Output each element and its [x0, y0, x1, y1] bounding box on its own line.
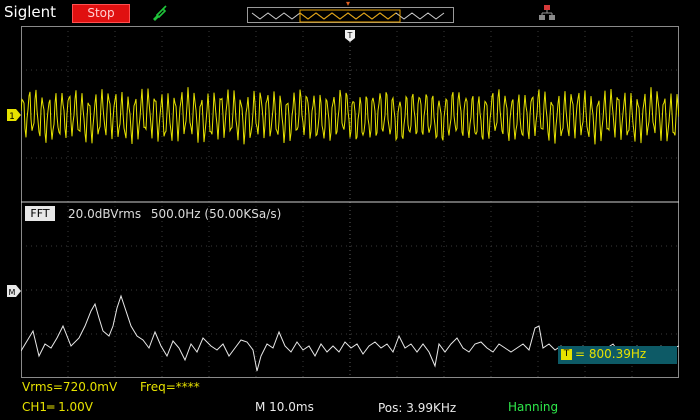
- network-icon: [539, 5, 555, 20]
- freq-measurement: Freq=****: [140, 380, 200, 394]
- cursor-readout: T = 800.39Hz: [558, 346, 677, 364]
- run-stop-indicator[interactable]: Stop: [72, 4, 130, 23]
- svg-text:T: T: [347, 31, 353, 40]
- math-level-marker[interactable]: M: [7, 285, 21, 297]
- ch1-scale[interactable]: CH1═ 1.00V: [22, 400, 93, 414]
- memory-waveform-preview: [251, 9, 445, 23]
- probe-icon: [153, 5, 167, 21]
- fft-settings: 20.0dBVrms 500.0Hz (50.00KSa/s): [68, 207, 281, 221]
- brand-logo: Siglent: [4, 3, 56, 21]
- waveform-display[interactable]: T: [21, 26, 679, 378]
- svg-text:1: 1: [9, 112, 15, 121]
- fft-window[interactable]: Hanning: [508, 400, 558, 414]
- trigger-position-arrow: ▾: [346, 0, 351, 8]
- memory-depth-bar[interactable]: [247, 7, 454, 23]
- fft-scale: 20.0dBVrms: [68, 207, 142, 221]
- vrms-measurement: Vrms=720.0mV: [22, 380, 118, 394]
- horizontal-position[interactable]: Pos: 3.99KHz: [378, 401, 456, 415]
- svg-text:M: M: [9, 288, 16, 297]
- fft-label: FFT: [25, 206, 55, 221]
- cursor-frequency: = 800.39Hz: [575, 347, 647, 361]
- cursor-badge: T: [561, 349, 572, 360]
- fft-span: 500.0Hz (50.00KSa/s): [150, 207, 282, 221]
- timebase[interactable]: M 10.0ms: [255, 400, 314, 414]
- ch1-level-marker[interactable]: 1: [7, 109, 21, 121]
